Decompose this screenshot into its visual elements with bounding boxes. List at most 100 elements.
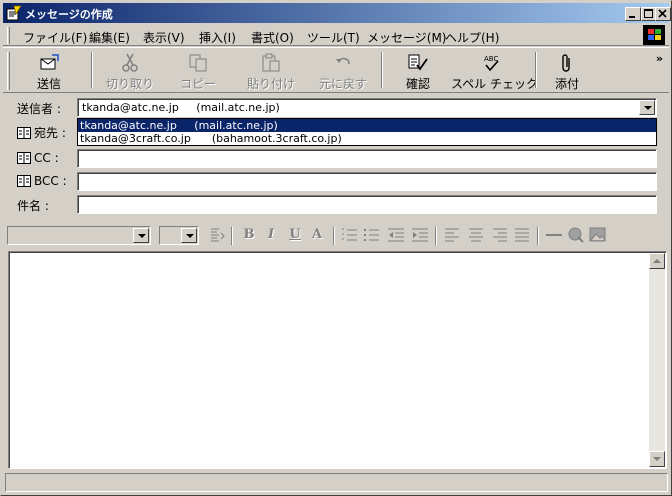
message-body-editor[interactable]	[8, 251, 667, 469]
send-icon	[40, 54, 59, 70]
close-button[interactable]	[655, 7, 671, 21]
format-separator	[231, 227, 233, 245]
toolbar-separator	[381, 52, 383, 88]
toolbar-grip[interactable]	[7, 52, 10, 90]
spell-check-label: スペル チェック	[451, 77, 538, 91]
bold-button[interactable]: B	[239, 226, 259, 244]
menu-format[interactable]: 書式(O)	[251, 29, 294, 46]
spell-check-icon: ABC	[484, 55, 499, 72]
menu-edit[interactable]: 編集(E)	[89, 29, 130, 46]
subject-label: 件名 :	[17, 199, 49, 213]
paragraph-style-icon[interactable]	[209, 227, 227, 243]
from-label: 送信者 :	[17, 102, 61, 116]
check-names-label: 確認	[405, 77, 430, 91]
font-name-combobox[interactable]	[7, 226, 151, 245]
compose-window: メッセージの作成 ファイル(F) 編集(E) 表示(V) 挿入(I) 書式(O)…	[0, 0, 672, 496]
from-value: tkanda@atc.ne.jp (mail.atc.ne.jp)	[82, 101, 280, 114]
send-button[interactable]: 送信	[19, 50, 79, 92]
status-bar	[5, 473, 668, 492]
toolbar-overflow-chevron[interactable]: »	[656, 52, 663, 65]
toolbar-separator	[91, 52, 93, 88]
paperclip-icon	[562, 54, 570, 72]
menu-view[interactable]: 表示(V)	[143, 29, 185, 46]
minimize-button[interactable]	[625, 7, 641, 21]
scroll-down-button[interactable]	[649, 451, 665, 467]
title-bar: メッセージの作成	[3, 3, 671, 23]
from-dropdown-button[interactable]	[639, 100, 655, 115]
bcc-field[interactable]	[77, 172, 657, 191]
subject-field[interactable]	[77, 195, 657, 214]
justify-icon[interactable]	[513, 227, 531, 243]
address-book-icon[interactable]	[17, 127, 31, 139]
menu-insert[interactable]: 挿入(I)	[199, 29, 236, 46]
compose-message-icon	[6, 5, 22, 21]
underline-button[interactable]: U	[285, 226, 305, 244]
check-names-icon	[408, 54, 428, 71]
insert-picture-icon[interactable]	[589, 226, 607, 244]
font-size-dropdown-button[interactable]	[181, 228, 197, 243]
scroll-up-button[interactable]	[649, 253, 665, 269]
copy-label: コピー	[179, 77, 216, 91]
cc-field[interactable]	[77, 149, 657, 168]
menu-tools[interactable]: ツール(T)	[307, 29, 360, 46]
format-separator	[537, 227, 539, 245]
align-center-icon[interactable]	[467, 227, 485, 243]
attach-button[interactable]: 添付	[543, 50, 591, 92]
to-label: 宛先 :	[34, 126, 66, 140]
windows-logo-icon	[643, 25, 665, 45]
font-size-combobox[interactable]	[159, 226, 199, 245]
to-label-group: 宛先 :	[17, 124, 66, 141]
spell-check-button[interactable]: ABC スペル チェック	[451, 50, 538, 92]
menu-grip[interactable]	[7, 27, 10, 44]
close-icon	[658, 9, 667, 18]
send-label: 送信	[36, 77, 61, 91]
copy-button[interactable]: コピー	[169, 50, 227, 92]
window-title: メッセージの作成	[25, 8, 113, 21]
copy-icon	[189, 54, 207, 72]
paste-label: 貼り付け	[246, 77, 295, 91]
undo-label: 元に戻す	[318, 77, 367, 91]
italic-button[interactable]: I	[261, 226, 281, 244]
menu-help[interactable]: ヘルプ(H)	[445, 29, 499, 46]
cut-button[interactable]: 切り取り	[99, 50, 161, 92]
from-dropdown-list: tkanda@atc.ne.jp (mail.atc.ne.jp) tkanda…	[77, 118, 657, 146]
attach-label: 添付	[554, 77, 579, 91]
minimize-icon	[629, 16, 635, 18]
address-book-icon[interactable]	[17, 152, 31, 164]
toolbar-separator	[535, 52, 537, 88]
font-color-button[interactable]: A	[307, 226, 327, 244]
cc-label: CC :	[34, 151, 59, 165]
format-separator	[435, 227, 437, 245]
check-names-button[interactable]: 確認	[389, 50, 447, 92]
cut-label: 切り取り	[105, 77, 154, 91]
paste-icon	[262, 53, 280, 72]
scissors-icon	[122, 53, 138, 72]
undo-button[interactable]: 元に戻す	[311, 50, 375, 92]
menu-bar: ファイル(F) 編集(E) 表示(V) 挿入(I) 書式(O) ツール(T) メ…	[3, 24, 669, 46]
increase-indent-icon[interactable]	[411, 227, 429, 243]
from-option[interactable]: tkanda@3craft.co.jp (bahamoot.3craft.co.…	[78, 132, 656, 145]
hyperlink-icon[interactable]	[567, 226, 585, 244]
formatting-toolbar: B I U A	[3, 221, 669, 249]
from-combobox[interactable]: tkanda@atc.ne.jp (mail.atc.ne.jp)	[77, 98, 657, 117]
format-separator	[333, 227, 335, 245]
paste-button[interactable]: 貼り付け	[237, 50, 305, 92]
menu-file[interactable]: ファイル(F)	[23, 29, 87, 46]
numbered-list-icon[interactable]	[341, 227, 359, 243]
main-toolbar: 送信 切り取り コピー 貼り付け 元に戻す 確認 ABC スペル チェック 添付…	[3, 47, 669, 93]
cc-label-group: CC :	[17, 151, 59, 165]
font-name-dropdown-button[interactable]	[133, 228, 149, 243]
align-right-icon[interactable]	[491, 227, 509, 243]
bcc-label-group: BCC :	[17, 174, 67, 188]
decrease-indent-icon[interactable]	[387, 227, 405, 243]
align-left-icon[interactable]	[443, 227, 461, 243]
from-option[interactable]: tkanda@atc.ne.jp (mail.atc.ne.jp)	[78, 119, 656, 132]
address-book-icon[interactable]	[17, 175, 31, 187]
body-vertical-scrollbar[interactable]	[649, 253, 665, 467]
bullet-list-icon[interactable]	[363, 227, 381, 243]
horizontal-line-icon[interactable]	[545, 227, 563, 243]
maximize-icon	[644, 9, 653, 18]
menu-message[interactable]: メッセージ(M)	[367, 29, 446, 46]
undo-icon	[336, 57, 350, 65]
bcc-label: BCC :	[34, 174, 67, 188]
